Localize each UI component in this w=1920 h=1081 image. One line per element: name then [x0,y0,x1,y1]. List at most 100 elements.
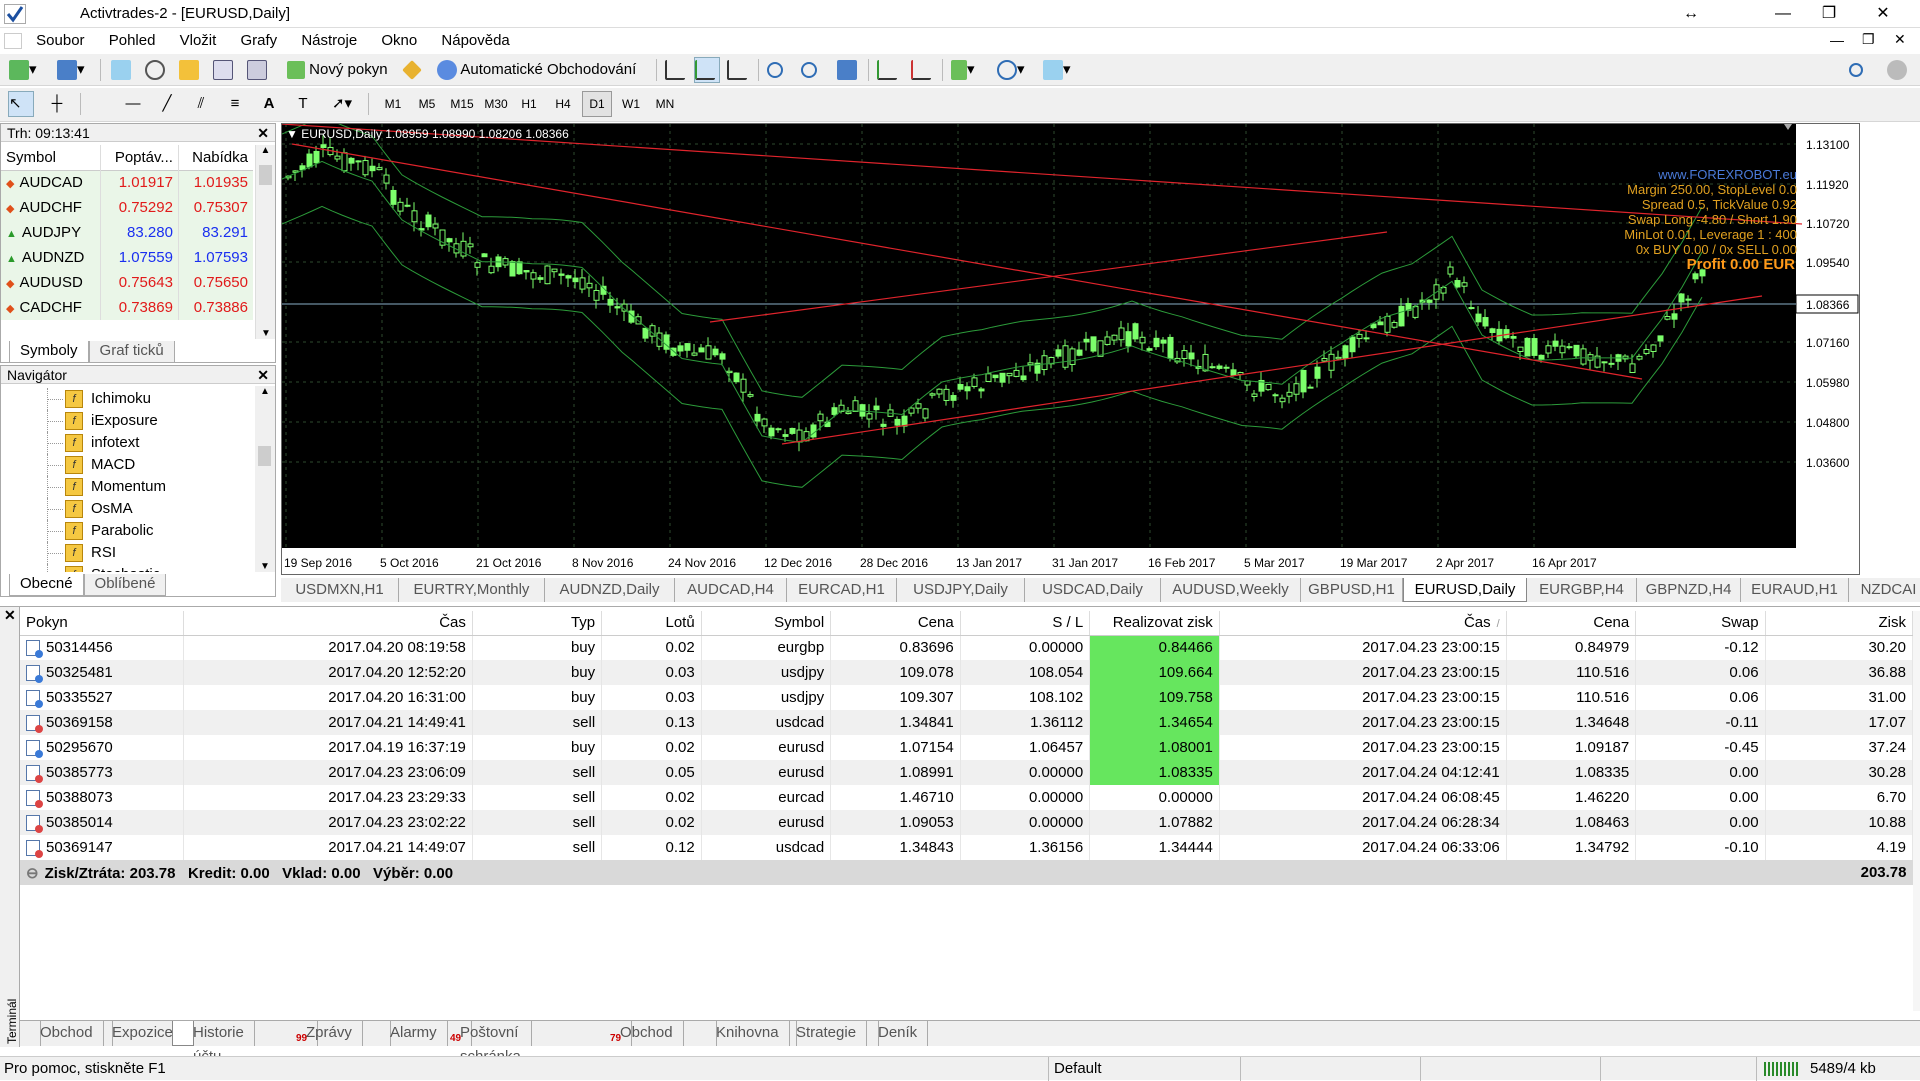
tf-mn[interactable]: MN [650,91,680,117]
tf-h1[interactable]: H1 [514,91,544,117]
navigator-item[interactable]: f RSI [1,542,253,564]
col-header[interactable]: Symbol [701,611,832,636]
templates-button[interactable]: ▾ [1042,57,1078,83]
tab-obecne[interactable]: Obecné [9,574,84,596]
col-header[interactable]: Swap [1635,611,1766,636]
chart-tab[interactable]: GBPNZD,H4 [1637,578,1741,602]
minimize-button[interactable]: — [1760,0,1806,28]
navigator-item[interactable]: f Parabolic [1,520,253,542]
horizontal-line-icon[interactable]: — [120,91,146,117]
col-bid[interactable]: Poptáv... [100,145,179,170]
terminal-tab[interactable]: Deník [858,1021,929,1046]
market-watch-row[interactable]: ◆ CADCHF 0.73869 0.73886 [1,295,253,320]
history-row[interactable]: 50335527 2017.04.20 16:31:00 buy 0.03 usdjpy… [20,685,1914,710]
chart-shift-icon[interactable] [876,57,902,83]
arrows-button[interactable]: ➚▾ [324,91,360,117]
chart-tab[interactable]: USDJPY,Daily [897,578,1025,602]
zoom-in-icon[interactable] [766,57,792,83]
close-icon[interactable]: ✕ [257,124,269,142]
menu-vlozit[interactable]: Vložit [170,29,227,49]
bar-chart-icon[interactable] [664,57,690,83]
autoscroll-icon[interactable] [910,57,936,83]
chart-tab[interactable]: EURGBP,H4 [1527,578,1637,602]
profiles-button[interactable]: ▾ [56,57,92,83]
terminal-tab[interactable]: Obchod [20,1021,104,1046]
tab-oblibene[interactable]: Oblíbené [83,574,167,596]
menu-soubor[interactable]: Soubor [26,29,94,49]
search-icon[interactable] [1848,57,1874,83]
menu-pohled[interactable]: Pohled [99,29,166,49]
new-chart-button[interactable]: ▾ [8,57,44,83]
mdi-restore-button[interactable]: ❐ [1862,31,1875,48]
line-chart-icon[interactable] [726,57,752,83]
history-scrollbar[interactable] [1913,611,1920,1011]
col-header[interactable]: Lotů [601,611,702,636]
market-watch-row[interactable]: ▲ AUDJPY 83.280 83.291 [1,220,253,245]
terminal-tab[interactable]: Historie účtu [172,1021,255,1065]
terminal-tab[interactable]: Alarmy [370,1021,448,1046]
history-row[interactable]: 50369158 2017.04.21 14:49:41 sell 0.13 usdca… [20,710,1914,735]
tile-windows-icon[interactable] [836,57,862,83]
navigator-item[interactable]: f Momentum [1,476,253,498]
terminal-tab[interactable]: Poštovní schránka49 [440,1021,532,1065]
chart-tab[interactable]: AUDCAD,H4 [675,578,787,602]
terminal-tab[interactable]: Expozice [92,1021,184,1046]
candlestick-icon[interactable] [694,57,720,83]
chart-tab[interactable]: AUDUSD,Weekly [1161,578,1301,602]
tab-symboly[interactable]: Symboly [9,341,89,363]
market-watch-row[interactable]: ◆ AUDCHF 0.75292 0.75307 [1,195,253,220]
chart-tab[interactable]: GBPUSD,H1 [1301,578,1403,602]
tester-toggle[interactable] [246,57,272,83]
channel-icon[interactable]: ⫽ [188,91,214,117]
market-watch-scrollbar[interactable]: ▲ ▼ [255,145,275,339]
chart-tab[interactable]: NZDCAI [1849,578,1920,602]
history-row[interactable]: 50388073 2017.04.23 23:29:33 sell 0.02 eurca… [20,785,1914,810]
chart-tab[interactable]: EURAUD,H1 [1741,578,1849,602]
auto-trading-button[interactable]: Automatické Obchodování [436,57,646,83]
col-ask[interactable]: Nabídka [178,145,253,170]
col-header[interactable]: Typ [472,611,603,636]
chart-tab[interactable]: EURTRY,Monthly [399,578,545,602]
terminal-tab[interactable]: Strategie [776,1021,868,1046]
market-watch-row[interactable]: ◆ AUDUSD 0.75643 0.75650 [1,270,253,295]
tab-graf-ticku[interactable]: Graf ticků [88,341,175,363]
mdi-minimize-button[interactable]: — [1830,32,1844,48]
col-header[interactable]: Čas [183,611,473,636]
history-row[interactable]: 50385014 2017.04.23 23:02:22 sell 0.02 eurus… [20,810,1914,835]
col-symbol[interactable]: Symbol [1,145,102,170]
close-button[interactable]: ✕ [1860,0,1906,28]
history-row[interactable]: 50369147 2017.04.21 14:49:07 sell 0.12 usdca… [20,835,1914,860]
data-window-icon[interactable] [144,57,170,83]
crosshair-icon[interactable]: ┼ [44,91,70,117]
navigator-item[interactable]: f iExposure [1,410,253,432]
trendline-icon[interactable]: ╱ [154,91,180,117]
fibonacci-icon[interactable]: ≡ [222,91,248,117]
navigator-item[interactable]: f infotext [1,432,253,454]
periods-button[interactable]: ▾ [996,57,1032,83]
terminal-tab[interactable]: Knihovna [696,1021,790,1046]
cursor-icon[interactable]: ↖ [8,91,34,117]
tf-m15[interactable]: M15 [446,91,478,117]
history-row[interactable]: 50325481 2017.04.20 12:52:20 buy 0.03 usdjpy… [20,660,1914,685]
community-icon[interactable] [1886,57,1912,83]
history-row[interactable]: 50295670 2017.04.19 16:37:19 buy 0.02 eurusd… [20,735,1914,760]
restore-button[interactable]: ❐ [1806,0,1852,28]
chart-tab[interactable]: EURCAD,H1 [787,578,897,602]
menu-okno[interactable]: Okno [371,29,427,49]
menu-grafy[interactable]: Grafy [230,29,287,49]
navigator-toggle[interactable] [178,57,204,83]
market-watch-row[interactable]: ▲ AUDNZD 1.07559 1.07593 [1,245,253,270]
tf-d1[interactable]: D1 [582,91,612,117]
terminal-tab[interactable]: Obchod 79 [600,1021,684,1046]
indicators-button[interactable]: ▾ [950,57,986,83]
chart-tab[interactable]: EURUSD,Daily [1403,578,1527,602]
market-watch-toggle[interactable] [110,57,136,83]
terminal-toggle[interactable] [212,57,238,83]
terminal-tab[interactable]: Zprávy 99 [286,1021,363,1046]
menu-napoveda[interactable]: Nápověda [431,29,519,49]
navigator-item[interactable]: f OsMA [1,498,253,520]
col-header[interactable]: Čas / [1219,611,1507,636]
col-header[interactable]: Zisk [1765,611,1914,636]
tf-m5[interactable]: M5 [412,91,442,117]
market-watch-row[interactable]: ◆ AUDCAD 1.01917 1.01935 [1,170,253,195]
